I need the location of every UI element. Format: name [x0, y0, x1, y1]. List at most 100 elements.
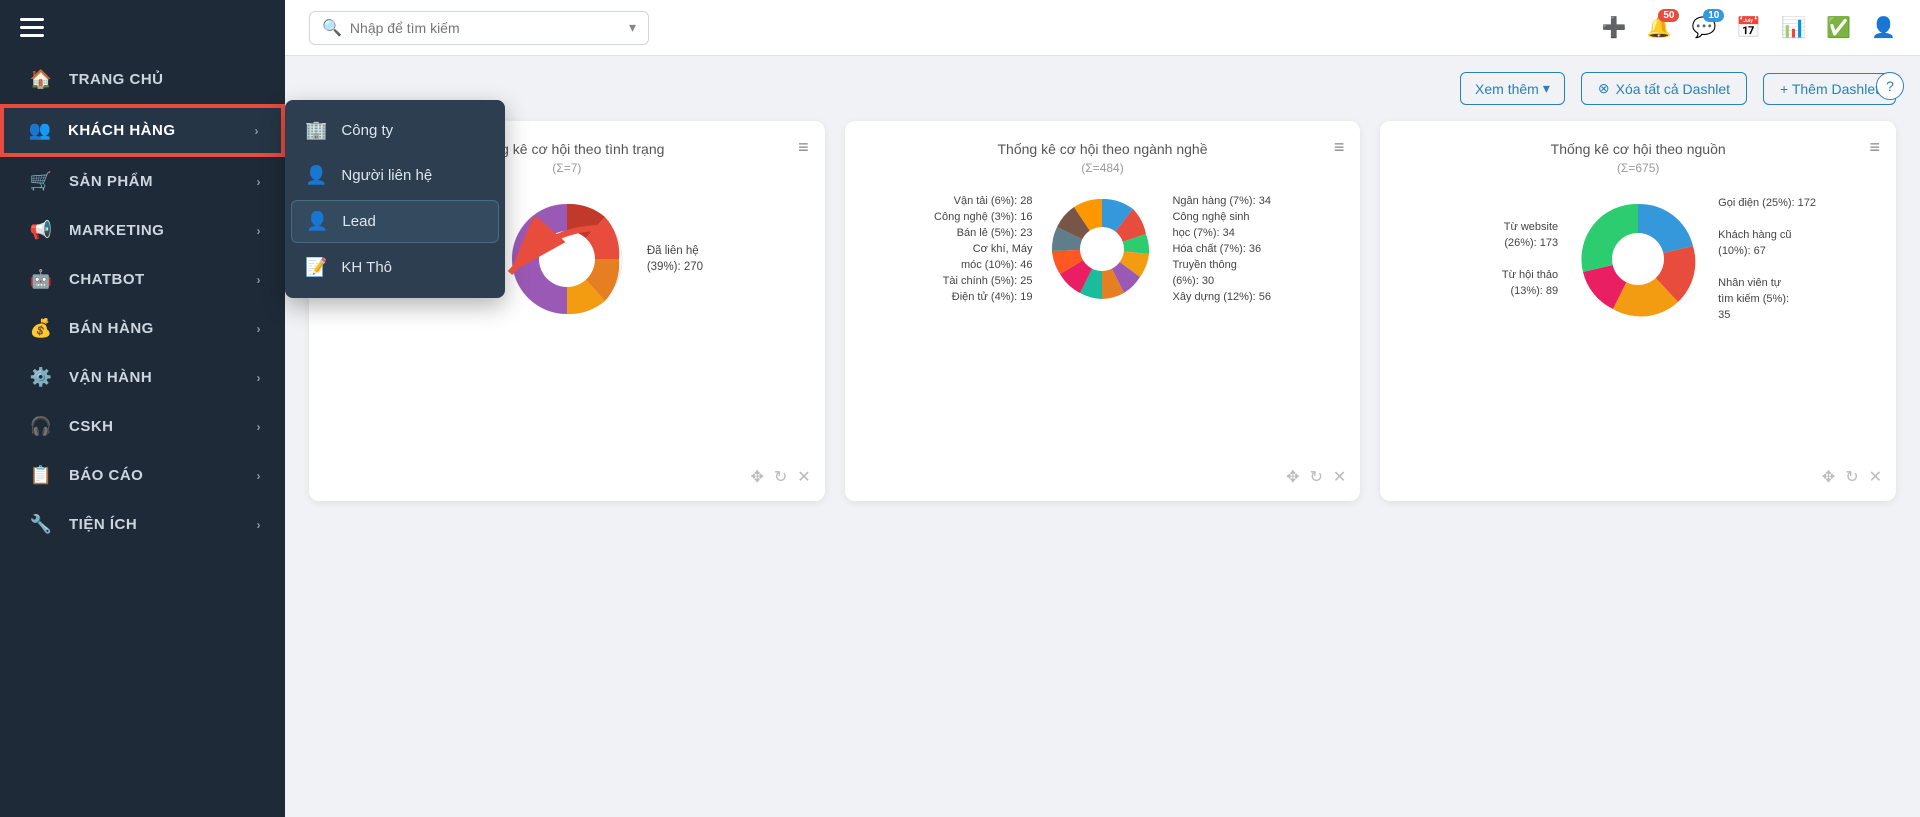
legend-item: Từ website [1448, 221, 1558, 233]
xem-them-label: Xem thêm [1475, 81, 1539, 97]
refresh-icon[interactable]: ↻ [1845, 467, 1858, 487]
help-button[interactable]: ? [1876, 72, 1904, 100]
dropdown-item-cong-ty[interactable]: 🏢 Công ty [285, 108, 505, 153]
chart-nganh-nghe: Vận tải (6%): 28 Công nghệ (3%): 16 Bán … [865, 179, 1341, 319]
sidebar-label-ban-hang: BÁN HÀNG [69, 320, 154, 337]
sidebar-label-van-hanh: VẬN HÀNH [69, 369, 152, 386]
search-input[interactable] [350, 20, 617, 36]
move-icon[interactable]: ✥ [1286, 467, 1299, 487]
legend-left-nguon: Từ website (26%): 173 Từ hội thảo (13%):… [1448, 221, 1558, 297]
legend-item: Bán lẻ (5%): 23 [922, 227, 1032, 239]
legend-item: 35 [1718, 309, 1828, 321]
user-icon[interactable]: 👤 [1871, 15, 1896, 40]
chevron-icon-marketing: › [257, 224, 262, 238]
card-nganh-nghe-subtitle: (Σ=484) [865, 161, 1341, 175]
dropdown-label-nguoi-lien-he: Người liên hệ [341, 167, 432, 184]
legend-item: (39%): 270 [647, 261, 757, 273]
refresh-icon[interactable]: ↻ [1310, 467, 1323, 487]
dropdown-icon-nguoi-lien-he: 👤 [305, 165, 327, 186]
dropdown-item-kh-tho[interactable]: 📝 KH Thô [285, 245, 505, 290]
main-content: 🔍 ▾ ➕ 🔔 50 💬 10 📅 📊 ✅ 👤 ? Xem thêm [285, 0, 1920, 817]
sidebar-label-bao-cao: BÁO CÁO [69, 467, 143, 484]
analytics-icon[interactable]: 📊 [1781, 15, 1806, 40]
sidebar-item-cskh[interactable]: 🎧 CSKH › [0, 402, 285, 451]
close-icon[interactable]: ✕ [1333, 467, 1346, 487]
dropdown-label-cong-ty: Công ty [341, 122, 393, 139]
messages-badge: 10 [1703, 9, 1724, 22]
legend-item: Đã liên hệ [647, 245, 757, 257]
sidebar-item-trang-chu[interactable]: 🏠 TRANG CHỦ [0, 55, 285, 104]
xem-them-chevron-icon: ▾ [1543, 80, 1550, 97]
chevron-icon-van-hanh: › [257, 371, 262, 385]
card-tinh-trang-menu[interactable]: ≡ [798, 137, 809, 158]
messages-icon[interactable]: 💬 10 [1691, 15, 1716, 40]
sidebar-icon-khach-hang: 👥 [26, 120, 54, 141]
search-dropdown-icon[interactable]: ▾ [629, 19, 636, 36]
xoa-tat-ca-button[interactable]: ⊗ Xóa tất cả Dashlet [1581, 72, 1747, 105]
chevron-icon-cskh: › [257, 420, 262, 434]
sidebar-item-khach-hang[interactable]: 👥 KHÁCH HÀNG › [0, 104, 285, 157]
sidebar-icon-bao-cao: 📋 [27, 465, 55, 486]
notifications-badge: 50 [1658, 9, 1679, 22]
sidebar-icon-tien-ich: 🔧 [27, 514, 55, 535]
close-icon[interactable]: ✕ [1869, 467, 1882, 487]
dropdown-item-lead[interactable]: 👤 Lead [291, 200, 499, 243]
legend-item: (10%): 67 [1718, 245, 1828, 257]
sidebar-icon-trang-chu: 🏠 [27, 69, 55, 90]
notifications-icon[interactable]: 🔔 50 [1647, 15, 1672, 40]
xoa-icon: ⊗ [1598, 80, 1610, 97]
topbar: 🔍 ▾ ➕ 🔔 50 💬 10 📅 📊 ✅ 👤 [285, 0, 1920, 56]
dropdown-item-nguoi-lien-he[interactable]: 👤 Người liên hệ [285, 153, 505, 198]
search-box[interactable]: 🔍 ▾ [309, 11, 649, 45]
refresh-icon[interactable]: ↻ [774, 467, 787, 487]
legend-item: Ngân hàng (7%): 34 [1172, 195, 1282, 207]
chevron-icon-bao-cao: › [257, 469, 262, 483]
chevron-icon-ban-hang: › [257, 322, 262, 336]
chart-nguon: Từ website (26%): 173 Từ hội thảo (13%):… [1400, 179, 1876, 339]
dropdown-label-kh-tho: KH Thô [341, 259, 392, 276]
khach-hang-dropdown: 🏢 Công ty 👤 Người liên hệ 👤 Lead 📝 KH Th… [285, 100, 505, 298]
topbar-right: ➕ 🔔 50 💬 10 📅 📊 ✅ 👤 [1602, 15, 1896, 40]
legend-item: Điện tử (4%): 19 [922, 291, 1032, 303]
pie-chart-nguon [1568, 189, 1708, 329]
sidebar-item-chatbot[interactable]: 🤖 CHATBOT › [0, 255, 285, 304]
hamburger-menu[interactable] [20, 18, 44, 37]
content-area: ? Xem thêm ▾ ⊗ Xóa tất cả Dashlet + Thêm… [285, 56, 1920, 817]
close-icon[interactable]: ✕ [797, 467, 810, 487]
legend-item: (26%): 173 [1448, 237, 1558, 249]
move-icon[interactable]: ✥ [750, 467, 763, 487]
legend-item: Nhân viên tự [1718, 277, 1828, 289]
legend-item: Gọi điện (25%): 172 [1718, 197, 1828, 209]
sidebar-item-marketing[interactable]: 📢 MARKETING › [0, 206, 285, 255]
card-nguon-menu[interactable]: ≡ [1869, 137, 1880, 158]
sidebar-icon-marketing: 📢 [27, 220, 55, 241]
legend-item: Hóa chất (7%): 36 [1172, 243, 1282, 255]
xem-them-button[interactable]: Xem thêm ▾ [1460, 72, 1565, 105]
legend-item: Tài chính (5%): 25 [922, 275, 1032, 287]
sidebar-icon-san-pham: 🛒 [27, 171, 55, 192]
search-icon: 🔍 [322, 18, 342, 38]
add-icon[interactable]: ➕ [1602, 15, 1627, 40]
sidebar-item-san-pham[interactable]: 🛒 SẢN PHẨM › [0, 157, 285, 206]
sidebar-item-ban-hang[interactable]: 💰 BÁN HÀNG › [0, 304, 285, 353]
dropdown-icon-kh-tho: 📝 [305, 257, 327, 278]
sidebar-item-van-hanh[interactable]: ⚙️ VẬN HÀNH › [0, 353, 285, 402]
card-nguon-title: Thống kê cơ hội theo nguồn [1400, 141, 1876, 157]
card-nganh-nghe-menu[interactable]: ≡ [1334, 137, 1345, 158]
sidebar-label-khach-hang: KHÁCH HÀNG [68, 122, 176, 139]
move-icon[interactable]: ✥ [1822, 467, 1835, 487]
legend-item: học (7%): 34 [1172, 227, 1282, 239]
chevron-icon-chatbot: › [257, 273, 262, 287]
sidebar-item-bao-cao[interactable]: 📋 BÁO CÁO › [0, 451, 285, 500]
tasks-icon[interactable]: ✅ [1826, 15, 1851, 40]
legend-right-tinh-trang: Đã liên hệ (39%): 270 [647, 245, 757, 273]
calendar-icon[interactable]: 📅 [1736, 15, 1761, 40]
sidebar-label-chatbot: CHATBOT [69, 271, 145, 288]
legend-left-nganh-nghe: Vận tải (6%): 28 Công nghệ (3%): 16 Bán … [922, 195, 1032, 303]
sidebar-label-cskh: CSKH [69, 418, 114, 435]
sidebar-icon-cskh: 🎧 [27, 416, 55, 437]
chevron-icon-san-pham: › [257, 175, 262, 189]
card-nganh-nghe-footer: ✥ ↻ ✕ [1286, 467, 1346, 487]
sidebar-header [0, 0, 285, 55]
sidebar-item-tien-ich[interactable]: 🔧 TIỆN ÍCH › [0, 500, 285, 549]
